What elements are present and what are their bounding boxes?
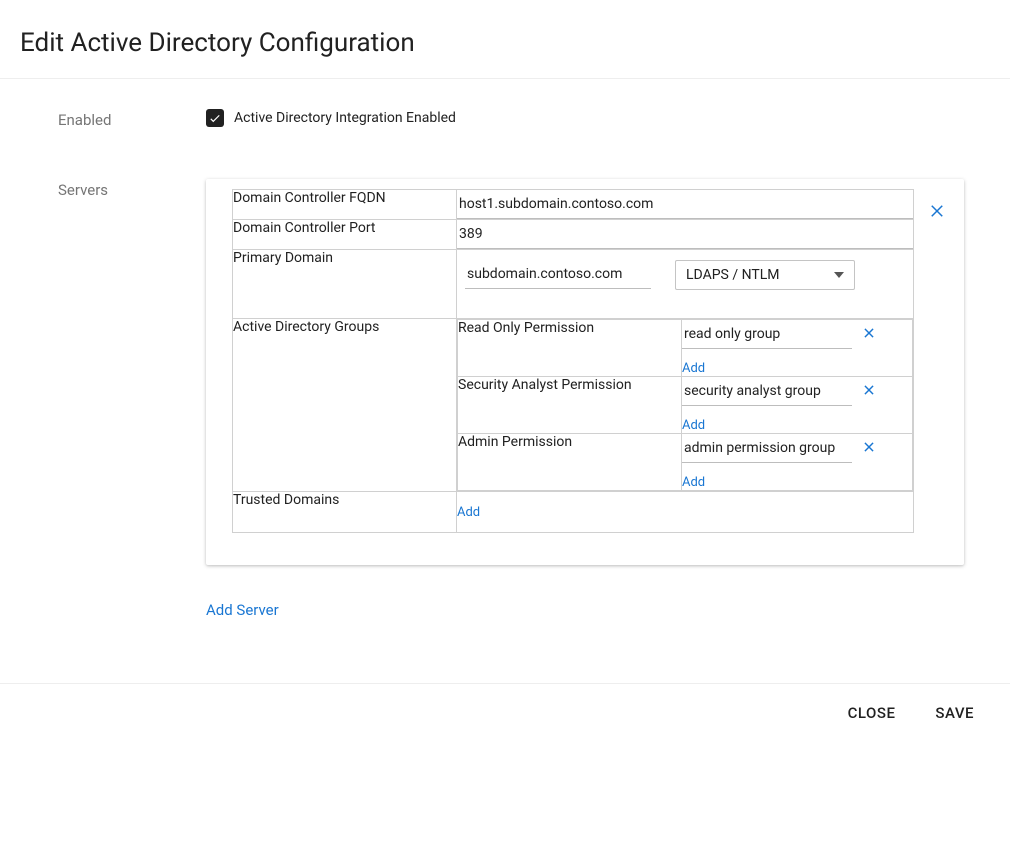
port-label: Domain Controller Port [233,220,457,250]
admin-perm-label: Admin Permission [458,434,682,491]
add-group-link[interactable]: Add [682,418,705,433]
server-config-table: Domain Controller FQDN Domain Controller… [232,189,914,533]
add-trusted-domain-link[interactable]: Add [457,505,480,520]
close-button[interactable]: CLOSE [848,704,896,722]
auth-method-value: LDAPS / NTLM [686,267,780,283]
port-input[interactable] [457,220,913,249]
page-title: Edit Active Directory Configuration [20,28,990,58]
sec-analyst-group-input[interactable] [682,377,852,406]
readonly-group-input[interactable] [682,320,852,349]
auth-method-select[interactable]: LDAPS / NTLM [675,260,855,290]
servers-section-label: Servers [58,179,206,199]
close-icon [928,202,946,220]
close-icon [862,383,876,397]
chevron-down-icon [834,272,844,278]
remove-server-button[interactable] [928,201,946,225]
primary-domain-label: Primary Domain [233,250,457,319]
trusted-domains-label: Trusted Domains [233,492,457,533]
enabled-checkbox[interactable] [206,109,224,127]
checkmark-icon [208,111,222,125]
server-card: Domain Controller FQDN Domain Controller… [206,179,964,565]
add-group-link[interactable]: Add [682,475,705,490]
enabled-section-label: Enabled [58,109,206,129]
groups-table: Read Only Permission [457,319,913,491]
add-group-link[interactable]: Add [682,361,705,376]
enabled-checkbox-label: Active Directory Integration Enabled [234,110,456,126]
readonly-perm-label: Read Only Permission [458,320,682,377]
save-button[interactable]: SAVE [935,704,974,722]
remove-group-button[interactable] [862,326,876,344]
fqdn-label: Domain Controller FQDN [233,190,457,220]
sec-analyst-perm-label: Security Analyst Permission [458,377,682,434]
close-icon [862,440,876,454]
add-server-link[interactable]: Add Server [206,601,279,619]
remove-group-button[interactable] [862,383,876,401]
remove-group-button[interactable] [862,440,876,458]
admin-group-input[interactable] [682,434,852,463]
fqdn-input[interactable] [457,190,913,219]
primary-domain-input[interactable] [465,260,651,289]
close-icon [862,326,876,340]
ad-groups-label: Active Directory Groups [233,319,457,492]
